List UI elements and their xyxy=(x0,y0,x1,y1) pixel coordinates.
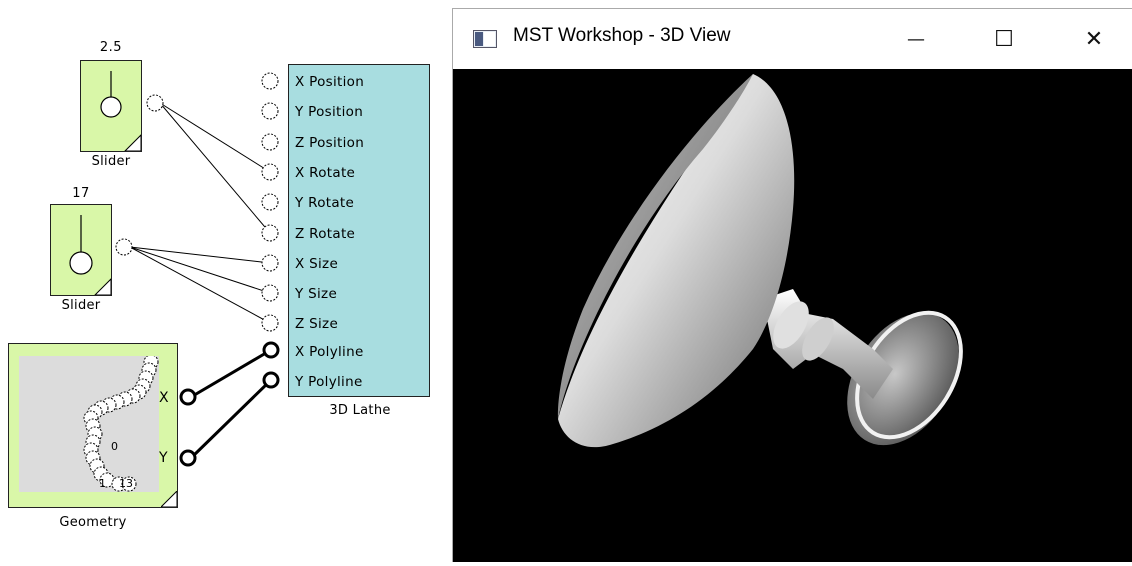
port-label: Z Size xyxy=(295,316,339,332)
geometry-y-output-port[interactable] xyxy=(179,449,197,467)
slider-output-port[interactable] xyxy=(115,238,133,256)
port-label: X Rotate xyxy=(295,165,356,181)
slider-knob-icon[interactable] xyxy=(51,205,112,296)
wire xyxy=(189,378,273,460)
slider-label: Slider xyxy=(91,154,131,169)
slider-value: 2.5 xyxy=(99,40,123,55)
port-label: X Polyline xyxy=(295,344,364,360)
lathe-input-port[interactable] xyxy=(261,102,279,120)
lathe-3d-render xyxy=(557,74,963,448)
lathe-input-port[interactable] xyxy=(261,314,279,332)
lathe-input-port[interactable] xyxy=(262,371,280,389)
wire xyxy=(129,246,271,294)
slider-knob-icon[interactable] xyxy=(81,61,142,152)
wire xyxy=(129,246,271,264)
resize-corner-icon xyxy=(161,491,177,507)
port-label: Y Position xyxy=(295,104,364,120)
3d-viewport[interactable] xyxy=(453,69,1132,562)
port-label: X Position xyxy=(295,74,365,90)
point-label: 13 xyxy=(119,477,133,490)
lathe-input-port[interactable] xyxy=(261,193,279,211)
lathe-input-port[interactable] xyxy=(261,224,279,242)
output-y-label: Y xyxy=(159,450,168,466)
slider-value: 17 xyxy=(72,186,90,201)
point-label: 0 xyxy=(111,440,118,453)
window-titlebar[interactable]: MST Workshop - 3D View — ☐ ✕ xyxy=(453,9,1132,69)
close-icon: ✕ xyxy=(1084,26,1104,52)
lathe-input-port[interactable] xyxy=(261,72,279,90)
point-label: 1 xyxy=(99,477,106,490)
wire xyxy=(129,246,271,324)
port-label: Y Rotate xyxy=(295,195,355,211)
slider-label: Slider xyxy=(61,298,101,313)
port-label: Z Rotate xyxy=(295,226,356,242)
lathe-block[interactable]: X Position Y Position Z Position X Rotat… xyxy=(288,64,430,397)
lathe-input-ports xyxy=(261,72,280,389)
lathe-input-port[interactable] xyxy=(261,284,279,302)
slider-output-port[interactable] xyxy=(146,94,164,112)
minimize-button[interactable]: — xyxy=(889,17,943,61)
slider-block[interactable] xyxy=(50,204,112,296)
maximize-button[interactable]: ☐ xyxy=(977,17,1031,61)
block-diagram-canvas[interactable]: 2.5 Slider 17 Slider X Position Y Positi… xyxy=(0,0,450,561)
geometry-editor-area[interactable]: 1 13 0 xyxy=(19,354,159,492)
geometry-block[interactable]: 1 13 0 X Y xyxy=(8,343,178,508)
minimize-icon: — xyxy=(907,28,925,50)
lathe-input-port[interactable] xyxy=(262,341,280,359)
lathe-input-port[interactable] xyxy=(261,163,279,181)
output-x-label: X xyxy=(159,390,169,406)
geometry-x-output-port[interactable] xyxy=(179,388,197,406)
lathe-label: 3D Lathe xyxy=(329,403,391,418)
port-label: Z Position xyxy=(295,135,365,151)
polyline-points xyxy=(83,354,159,492)
wire xyxy=(159,102,271,234)
lathe-input-port[interactable] xyxy=(261,254,279,272)
port-label: Y Polyline xyxy=(295,374,363,390)
app-icon xyxy=(473,30,497,48)
maximize-icon: ☐ xyxy=(994,26,1014,52)
geometry-label: Geometry xyxy=(59,515,127,530)
port-label: Y Size xyxy=(295,286,338,302)
window-title: MST Workshop - 3D View xyxy=(513,25,731,46)
wire xyxy=(159,102,271,173)
close-button[interactable]: ✕ xyxy=(1067,17,1121,61)
slider-block[interactable] xyxy=(80,60,142,152)
lathe-bowl xyxy=(558,74,795,448)
lathe-input-port[interactable] xyxy=(261,133,279,151)
port-label: X Size xyxy=(295,256,339,272)
3d-view-window[interactable]: MST Workshop - 3D View — ☐ ✕ xyxy=(452,8,1132,562)
